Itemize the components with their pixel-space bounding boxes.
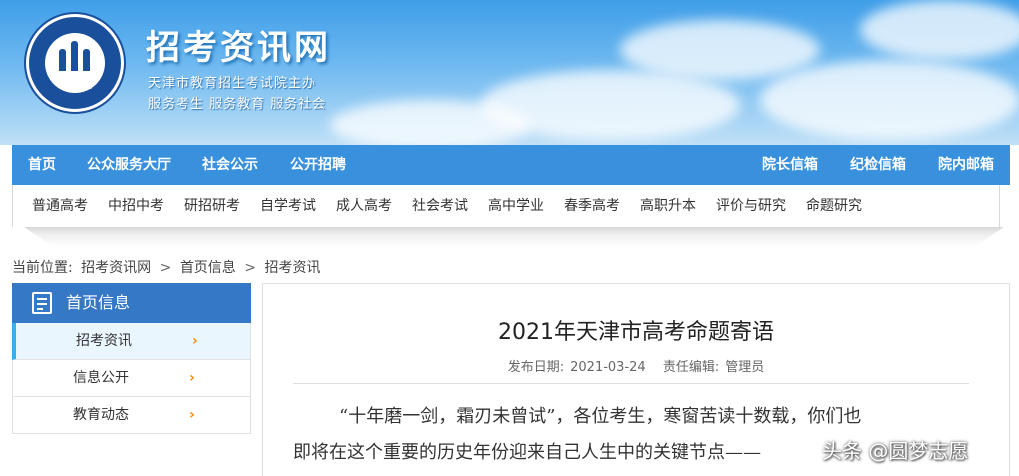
breadcrumb: 当前位置: 招考资讯网 > 首页信息 > 招考资讯 xyxy=(12,257,324,277)
breadcrumb-prefix: 当前位置: xyxy=(12,260,73,276)
nav-internal-mailbox[interactable]: 院内邮箱 xyxy=(938,145,994,185)
breadcrumb-link-section[interactable]: 首页信息 xyxy=(180,260,236,276)
sidebar-item-label: 招考资讯 xyxy=(76,333,132,349)
subnav-item[interactable]: 社会考试 xyxy=(412,185,468,227)
subnav-item[interactable]: 中招中考 xyxy=(108,185,164,227)
nav-public-service-hall[interactable]: 公众服务大厅 xyxy=(87,145,171,185)
sidebar-item-info-disclosure[interactable]: 信息公开 › xyxy=(12,360,251,397)
breadcrumb-separator: > xyxy=(244,260,256,276)
nav-shadow-divider xyxy=(24,227,1004,247)
editor-name: 管理员 xyxy=(725,360,765,375)
subnav-item[interactable]: 高中学业 xyxy=(488,185,544,227)
site-title[interactable]: 招考资讯网 xyxy=(146,20,331,69)
chevron-right-icon: › xyxy=(189,407,195,423)
sidebar-item-label: 教育动态 xyxy=(73,407,129,423)
publish-date-label: 发布日期: xyxy=(507,360,565,375)
taea-logo[interactable]: TAEA xyxy=(26,14,124,112)
editor-label: 责任编辑: xyxy=(662,360,720,375)
document-icon xyxy=(32,292,52,314)
site-header: TAEA 招考资讯网 天津市教育招生考试院主办 服务考生 服务教育 服务社会 xyxy=(0,0,1019,145)
watermark: 头条 @圆梦志愿 xyxy=(822,439,969,463)
subnav-item[interactable]: 成人高考 xyxy=(336,185,392,227)
subnav-item[interactable]: 命题研究 xyxy=(806,185,862,227)
subnav-item[interactable]: 自学考试 xyxy=(260,185,316,227)
sidebar-item-education-news[interactable]: 教育动态 › xyxy=(12,397,251,434)
publish-date: 2021-03-24 xyxy=(570,360,646,375)
nav-public-notice[interactable]: 社会公示 xyxy=(202,145,258,185)
breadcrumb-link-current[interactable]: 招考资讯 xyxy=(264,260,320,276)
sidebar-title: 首页信息 xyxy=(66,293,131,312)
nav-home[interactable]: 首页 xyxy=(28,145,56,185)
article-paragraph-line: “十年磨一剑，霜刃未曾试”，各位考生，寒窗苦读十数载，你们也 xyxy=(339,406,862,427)
nav-recruitment[interactable]: 公开招聘 xyxy=(290,145,346,185)
subnav-item[interactable]: 研招研考 xyxy=(184,185,240,227)
site-slogan: 服务考生 服务教育 服务社会 xyxy=(148,97,327,112)
chevron-right-icon: › xyxy=(192,333,198,349)
sidebar-header: 首页信息 xyxy=(12,283,251,323)
sidebar-item-label: 信息公开 xyxy=(73,370,129,386)
breadcrumb-link-home[interactable]: 招考资讯网 xyxy=(81,260,151,276)
logo-bars-icon xyxy=(59,41,91,71)
article-meta: 发布日期: 2021-03-24 责任编辑: 管理员 xyxy=(263,356,1009,375)
nav-discipline-mailbox[interactable]: 纪检信箱 xyxy=(850,145,906,185)
nav-president-mailbox[interactable]: 院长信箱 xyxy=(762,145,818,185)
chevron-right-icon: › xyxy=(189,370,195,386)
article-title: 2021年天津市高考命题寄语 xyxy=(498,320,774,345)
sidebar-item-admission-news[interactable]: 招考资讯 › xyxy=(12,323,251,360)
article-divider xyxy=(293,383,969,384)
subnav-item[interactable]: 高职升本 xyxy=(640,185,696,227)
site-subtitle-organizer: 天津市教育招生考试院主办 xyxy=(148,76,317,91)
logo-text: TAEA xyxy=(57,79,93,92)
breadcrumb-separator: > xyxy=(159,260,172,276)
subnav-item[interactable]: 评价与研究 xyxy=(716,185,786,227)
category-nav: 普通高考 中招中考 研招研考 自学考试 成人高考 社会考试 高中学业 春季高考 … xyxy=(12,185,1000,227)
subnav-item[interactable]: 春季高考 xyxy=(564,185,620,227)
subnav-item[interactable]: 普通高考 xyxy=(32,185,88,227)
main-nav: 首页 公众服务大厅 社会公示 公开招聘 院长信箱 纪检信箱 院内邮箱 xyxy=(12,145,1010,185)
